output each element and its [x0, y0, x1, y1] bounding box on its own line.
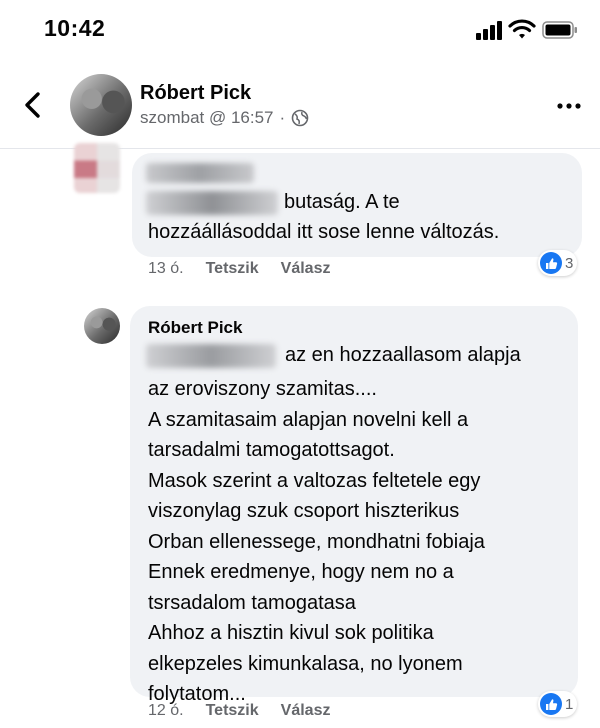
reply-button[interactable]: Válasz	[281, 260, 331, 278]
reply-text-line: az en hozzaallasom alapja	[285, 344, 521, 366]
reply-text-line: elkepzeles kimunkalasa, no lyonem	[148, 652, 463, 675]
cellular-signal-icon	[476, 21, 502, 40]
reaction-summary[interactable]: 3	[538, 250, 578, 276]
post-timestamp[interactable]: szombat @ 16:57	[140, 108, 274, 128]
commenter-avatar-blurred[interactable]	[74, 143, 120, 193]
reply-time[interactable]: 12 ó.	[148, 702, 184, 720]
reply-text-line: Masok szerint a valtozas feltetele egy	[148, 469, 481, 492]
comment-text-line: hozzáállásoddal itt sose lenne változás.	[148, 221, 500, 243]
like-icon	[540, 252, 562, 274]
like-button[interactable]: Tetszik	[206, 260, 259, 278]
reply-author-name[interactable]: Róbert Pick	[148, 318, 242, 338]
commenter-name-blurred[interactable]	[146, 163, 254, 183]
reply-actions: 12 ó. Tetszik Válasz	[148, 702, 330, 720]
reply-text-line: viszonylag szuk csoport hiszterikus	[148, 500, 460, 522]
reaction-count: 3	[565, 254, 574, 272]
reply-text-line: tarsadalmi tamogatottsagot.	[148, 439, 395, 461]
comment-time[interactable]: 13 ó.	[148, 260, 184, 278]
reply-text-line: A szamitasaim alapjan novelni kell a	[148, 408, 469, 431]
meta-separator: ·	[279, 108, 286, 127]
reply-text-line: Ahhoz a hisztin kivul sok politika	[148, 622, 434, 644]
mention-tag-blurred[interactable]	[146, 344, 276, 368]
reaction-summary[interactable]: 1	[538, 691, 578, 717]
post-meta: szombat @ 16:57 ·	[140, 108, 309, 128]
like-icon	[540, 693, 562, 715]
like-button[interactable]: Tetszik	[206, 702, 259, 720]
author-avatar[interactable]	[70, 74, 132, 136]
comment-bubble[interactable]: butaság. A te hozzáállásoddal itt sose l…	[132, 153, 582, 257]
author-name[interactable]: Róbert Pick	[140, 82, 251, 105]
clock: 10:42	[44, 15, 106, 41]
reply-text-line: Ennek eredmenye, hogy nem no a	[148, 561, 454, 583]
reaction-count: 1	[565, 695, 574, 713]
status-bar: 10:42	[0, 0, 600, 60]
comment-actions: 13 ó. Tetszik Válasz	[148, 260, 330, 278]
chevron-left-icon[interactable]	[20, 90, 46, 120]
mention-tag-blurred[interactable]	[146, 191, 278, 215]
wifi-icon	[508, 19, 536, 39]
reply-bubble[interactable]: Róbert Pick az en hozzaallasom alapja az…	[130, 306, 578, 705]
comment-text-line: butaság. A te	[284, 191, 400, 213]
reply-author-avatar[interactable]	[84, 308, 120, 344]
reply-text-line: Orban ellenessege, mondhatni fobiaja	[148, 530, 485, 553]
post-header: Róbert Pick szombat @ 16:57 ·	[0, 62, 600, 149]
globe-icon	[291, 109, 309, 127]
battery-icon	[542, 21, 577, 39]
reply-text-line: tsrsadalom tamogatasa	[148, 591, 356, 614]
more-horizontal-icon[interactable]	[556, 102, 582, 110]
reply-text-body: az eroviszony szamitas.... A szamitasaim…	[148, 374, 485, 710]
reply-button[interactable]: Válasz	[281, 702, 331, 720]
reply-text-line: az eroviszony szamitas....	[148, 378, 377, 400]
